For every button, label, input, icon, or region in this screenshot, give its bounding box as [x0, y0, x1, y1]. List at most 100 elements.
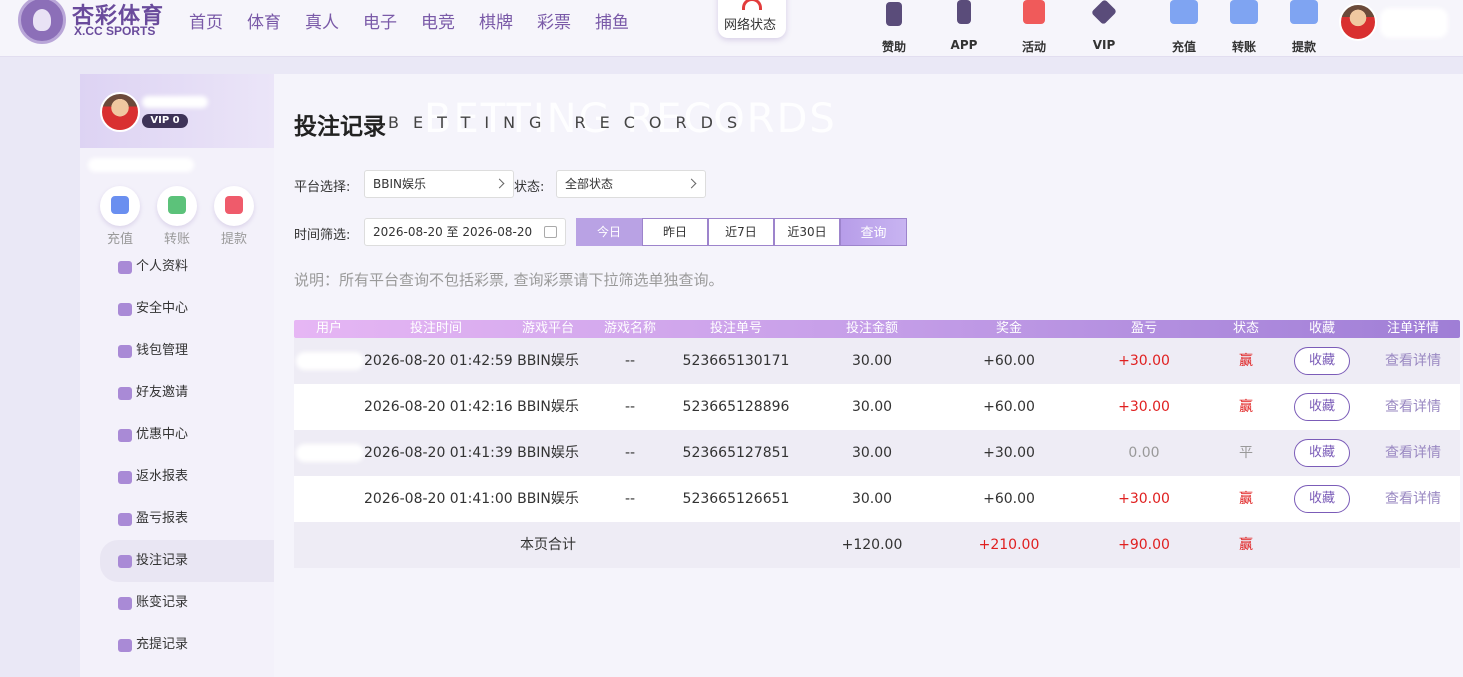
cell-game-name: --	[624, 445, 636, 461]
phone-icon	[957, 0, 971, 24]
tool-vip[interactable]: VIP	[1082, 0, 1126, 56]
bookmark-star-icon	[886, 2, 902, 26]
date-range-input[interactable]: 2026-08-20 至 2026-08-20	[364, 218, 566, 246]
col-detail: 注单详情	[1386, 321, 1439, 336]
tool-transfer[interactable]: 转账	[1222, 0, 1266, 56]
range-30days-button[interactable]: 近30日	[774, 218, 840, 246]
transfer-circle	[157, 186, 197, 226]
favorite-button[interactable]: 收藏	[1294, 485, 1350, 513]
cell-bet-time: 2026-08-20 01:41:39	[364, 445, 513, 461]
sidebar-item-label: 盈亏报表	[136, 511, 189, 526]
redacted-user	[296, 398, 364, 416]
network-status-button[interactable]: 网络状态	[718, 0, 786, 38]
col-platform: 游戏平台	[521, 321, 574, 336]
sidebar-item-label: 好友邀请	[136, 385, 189, 400]
sidebar-item-label: 安全中心	[136, 301, 189, 316]
cell-bonus: +60.00	[983, 491, 1035, 507]
cell-profit-loss: 0.00	[1128, 445, 1160, 461]
nav-live[interactable]: 真人	[305, 8, 339, 33]
tool-deposit[interactable]: 充值	[1162, 0, 1206, 56]
nav-slots[interactable]: 电子	[363, 8, 397, 33]
cell-platform: BBIN娱乐	[517, 491, 579, 507]
deposit-card-icon	[111, 196, 129, 214]
sidebar-item-rebate-report[interactable]: 返水报表	[100, 456, 274, 498]
sidebar-item-profile[interactable]: 个人资料	[100, 246, 274, 288]
col-bonus: 奖金	[995, 321, 1022, 336]
view-detail-link[interactable]: 查看详情	[1366, 476, 1460, 522]
table-row: 2026-08-20 01:41:00 BBIN娱乐 -- 5236651266…	[294, 476, 1460, 522]
quick-label: 充值	[106, 232, 133, 247]
sidebar-item-invite[interactable]: 好友邀请	[100, 372, 274, 414]
nav-home[interactable]: 首页	[189, 8, 223, 33]
cell-amount: 30.00	[851, 445, 893, 461]
wallet-deposit-icon	[1170, 0, 1198, 24]
main-content: BETTING RECORDS 投注记录 BETTING RECORDS 平台选…	[274, 74, 1463, 677]
sidebar-item-bet-records[interactable]: 投注记录	[100, 540, 274, 582]
profile-avatar[interactable]	[100, 92, 140, 132]
sidebar-item-deposit-withdraw-records[interactable]: 充提记录	[100, 624, 274, 666]
tool-sponsor[interactable]: 赞助	[872, 0, 916, 56]
nav-lottery[interactable]: 彩票	[537, 8, 571, 33]
status-select[interactable]: 全部状态	[556, 170, 706, 198]
sidebar-item-security[interactable]: 安全中心	[100, 288, 274, 330]
nav-fishing[interactable]: 捕鱼	[595, 8, 629, 33]
chevron-right-icon	[494, 178, 505, 189]
range-today-button[interactable]: 今日	[576, 218, 642, 246]
sidebar-item-label: 钱包管理	[136, 343, 189, 358]
cell-bonus: +60.00	[983, 399, 1035, 415]
quick-label: 提款	[220, 232, 247, 247]
vip-badge: VIP 0	[142, 114, 188, 128]
quick-transfer[interactable]: 转账	[155, 186, 199, 247]
favorite-button[interactable]: 收藏	[1294, 347, 1350, 375]
query-button[interactable]: 查询	[840, 218, 907, 246]
cell-amount: 30.00	[851, 491, 893, 507]
table-row: 2026-08-20 01:42:59 BBIN娱乐 -- 5236651301…	[294, 338, 1460, 384]
quick-deposit[interactable]: 充值	[98, 186, 142, 247]
brand-sub: X.CC SPORTS	[74, 24, 156, 38]
tool-app[interactable]: APP	[942, 0, 986, 56]
view-detail-link[interactable]: 查看详情	[1366, 430, 1460, 476]
platform-select[interactable]: BBIN娱乐	[364, 170, 514, 198]
report-icon	[118, 471, 132, 484]
sidebar-item-label: 个人资料	[136, 259, 189, 274]
deposit-circle	[100, 186, 140, 226]
status-label: 状态:	[514, 180, 545, 195]
chevron-right-icon	[686, 178, 697, 189]
tool-label: APP	[950, 38, 978, 52]
cell-profit-loss: +30.00	[1118, 491, 1170, 507]
favorite-button[interactable]: 收藏	[1294, 393, 1350, 421]
cell-order-no: 523665128896	[682, 399, 790, 415]
sidebar-item-account-changes[interactable]: 账变记录	[100, 582, 274, 624]
account-sidebar: VIP 0 充值 转账 提款 个人资料 安全中心 钱包管理 好友邀请 优惠中心 …	[80, 74, 274, 677]
view-detail-link[interactable]: 查看详情	[1366, 384, 1460, 430]
header-avatar[interactable]	[1339, 3, 1377, 41]
table-row: 2026-08-20 01:42:16 BBIN娱乐 -- 5236651288…	[294, 384, 1460, 430]
platform-select-value: BBIN娱乐	[373, 177, 426, 191]
network-status-label: 网络状态	[724, 18, 777, 33]
sidebar-item-pl-report[interactable]: 盈亏报表	[100, 498, 274, 540]
col-game-name: 游戏名称	[603, 321, 656, 336]
view-detail-link[interactable]: 查看详情	[1366, 338, 1460, 384]
tool-activity[interactable]: 活动	[1012, 0, 1056, 56]
cell-status: 赢	[1239, 491, 1253, 507]
cell-platform: BBIN娱乐	[517, 399, 579, 415]
cell-order-no: 523665126651	[682, 491, 790, 507]
brand-logo[interactable]: 杏彩体育 X.CC SPORTS	[18, 0, 168, 48]
page-subtitle: BETTING RECORDS	[388, 113, 752, 132]
tool-label: VIP	[1092, 38, 1116, 52]
nav-sports[interactable]: 体育	[247, 8, 281, 33]
sidebar-item-label: 充提记录	[136, 637, 189, 652]
range-7days-button[interactable]: 近7日	[708, 218, 774, 246]
diamond-icon	[1090, 0, 1118, 26]
sidebar-item-promotions[interactable]: 优惠中心	[100, 414, 274, 456]
nav-cards[interactable]: 棋牌	[479, 8, 513, 33]
cell-platform: BBIN娱乐	[517, 353, 579, 369]
platform-label: 平台选择:	[294, 180, 351, 195]
favorite-button[interactable]: 收藏	[1294, 439, 1350, 467]
sidebar-item-wallet[interactable]: 钱包管理	[100, 330, 274, 372]
nav-esports[interactable]: 电竞	[421, 8, 455, 33]
withdraw-card-icon	[225, 196, 243, 214]
tool-withdraw[interactable]: 提款	[1282, 0, 1326, 56]
range-yesterday-button[interactable]: 昨日	[642, 218, 708, 246]
quick-withdraw[interactable]: 提款	[212, 186, 256, 247]
